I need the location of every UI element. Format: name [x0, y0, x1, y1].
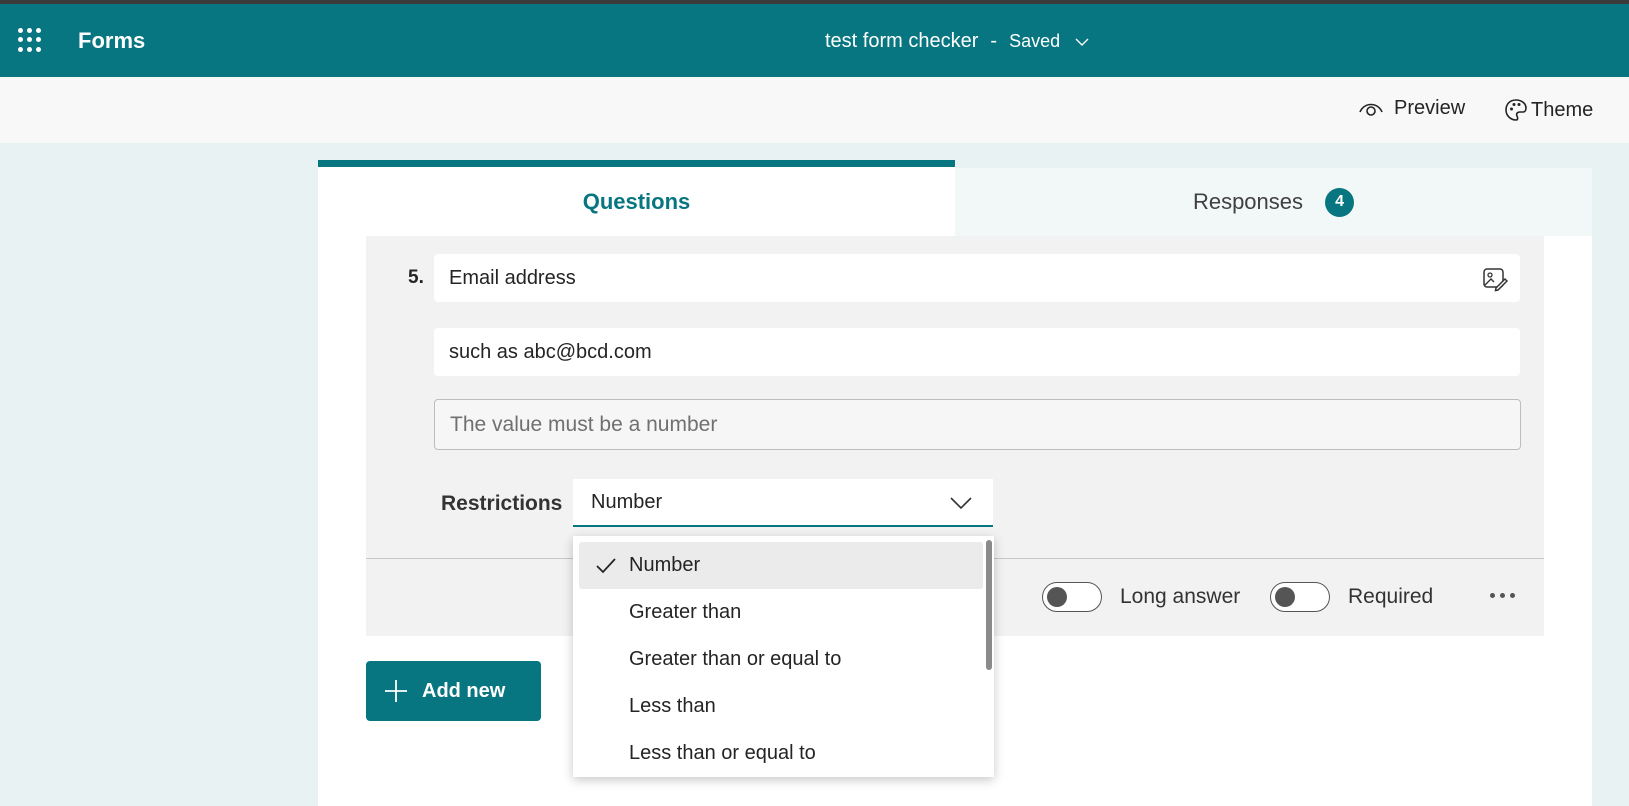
- restrictions-select[interactable]: Number: [573, 479, 993, 527]
- check-icon: [596, 558, 616, 574]
- app-launcher-icon[interactable]: [18, 28, 42, 52]
- question-title-field[interactable]: Email address: [434, 254, 1520, 302]
- custom-error-input[interactable]: [434, 399, 1521, 450]
- long-answer-toggle[interactable]: [1042, 582, 1102, 612]
- preview-button[interactable]: Preview: [1358, 97, 1465, 120]
- image-edit-icon[interactable]: [1482, 266, 1508, 292]
- add-new-button[interactable]: Add new: [366, 661, 541, 721]
- app-name[interactable]: Forms: [78, 28, 145, 54]
- chevron-down-icon[interactable]: [1074, 34, 1090, 50]
- dropdown-scrollbar[interactable]: [986, 540, 992, 670]
- theme-label: Theme: [1531, 98, 1594, 121]
- more-icon[interactable]: [1490, 582, 1520, 608]
- plus-icon: [385, 680, 407, 702]
- app-header: Forms test form checker - Saved: [0, 4, 1629, 77]
- dropdown-option-label: Number: [629, 554, 701, 576]
- form-tabs: Questions Responses 4: [318, 160, 1592, 236]
- dropdown-option-greater-than[interactable]: Greater than: [579, 589, 983, 636]
- dropdown-option-label: Greater than: [629, 601, 742, 623]
- tab-questions[interactable]: Questions: [318, 160, 955, 236]
- document-title[interactable]: test form checker: [825, 30, 978, 53]
- tab-responses-label: Responses: [1192, 189, 1304, 214]
- restrictions-label: Restrictions: [441, 492, 563, 515]
- palette-icon: [1505, 99, 1527, 121]
- add-new-label: Add new: [422, 679, 506, 702]
- dropdown-option-label: Less than: [629, 695, 716, 717]
- dropdown-option-label: Greater than or equal to: [629, 648, 842, 670]
- dropdown-option-less-than[interactable]: Less than: [579, 683, 983, 730]
- dropdown-option-greater-than-or-equal[interactable]: Greater than or equal to: [579, 636, 983, 683]
- question-subtitle-field[interactable]: such as abc@bcd.com: [434, 328, 1520, 376]
- document-title-bar[interactable]: test form checker - Saved: [825, 30, 1090, 53]
- tab-responses[interactable]: Responses 4: [955, 168, 1592, 236]
- dropdown-option-label: Less than or equal to: [629, 742, 816, 764]
- required-label: Required: [1348, 585, 1434, 608]
- dropdown-option-less-than-or-equal[interactable]: Less than or equal to: [579, 730, 983, 777]
- tab-questions-label: Questions: [582, 188, 691, 214]
- preview-label: Preview: [1394, 97, 1466, 119]
- save-status: Saved: [1009, 31, 1061, 51]
- question-number: 5.: [408, 267, 424, 288]
- dropdown-option-number[interactable]: Number: [579, 542, 983, 589]
- restrictions-selected-value: Number: [591, 490, 663, 513]
- command-bar: Preview Theme: [0, 77, 1629, 143]
- question-subtitle-text: such as abc@bcd.com: [449, 340, 652, 363]
- eye-icon: [1359, 103, 1383, 116]
- required-toggle[interactable]: [1270, 582, 1330, 612]
- chevron-down-icon: [950, 497, 972, 510]
- theme-button[interactable]: Theme: [1503, 97, 1593, 123]
- responses-count-badge: 4: [1325, 187, 1355, 217]
- restrictions-dropdown-menu: Number Greater than Greater than or equa…: [573, 536, 994, 777]
- long-answer-label: Long answer: [1120, 585, 1241, 608]
- question-title-text: Email address: [449, 266, 576, 289]
- title-separator: -: [990, 30, 998, 52]
